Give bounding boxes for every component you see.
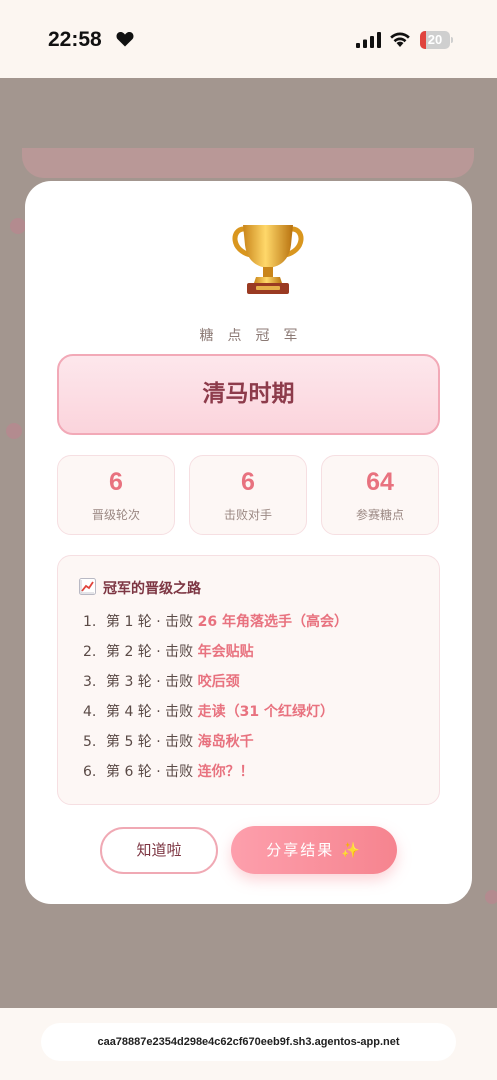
background-banner	[22, 148, 474, 178]
stat-value: 6	[241, 468, 255, 496]
round-number: 2.	[83, 644, 97, 660]
round-number: 1.	[83, 614, 97, 630]
path-title: 冠军的晋级之路	[103, 581, 201, 597]
round-number: 3.	[83, 674, 97, 690]
champion-modal: 糖点冠军 清马时期 6 晋级轮次 6 击败对手 64 参赛糖点 冠军的晋级之路 …	[25, 181, 472, 904]
stat-label: 参赛糖点	[355, 508, 404, 522]
promotion-path: 冠军的晋级之路 1. 第 1 轮 · 击败 26 年角落选手（高会） 2. 第 2 …	[57, 555, 440, 805]
battery-icon: 20	[420, 31, 453, 49]
round-prefix: 第 1 轮 · 击败	[106, 614, 198, 630]
round-opponent: 年会贴贴	[197, 644, 254, 660]
round-item: 5. 第 5 轮 · 击败 海岛秋千	[83, 731, 254, 753]
round-opponent: 连你？！	[197, 764, 254, 780]
round-item: 3. 第 3 轮 · 击败 咬后颈	[83, 671, 240, 693]
status-time: 22:58	[48, 28, 102, 51]
address-bar[interactable]: caa78887e2354d298e4c62cf670eeb9f.sh3.age…	[41, 1023, 456, 1061]
screen: 22:58 20 糖点冠军 清马时期 6 晋级轮次 6 击败对手 64 参赛糖点…	[0, 0, 497, 1080]
signal-icon	[356, 32, 381, 48]
background-decoration	[10, 218, 26, 234]
browser-bar: caa78887e2354d298e4c62cf670eeb9f.sh3.age…	[0, 1008, 497, 1080]
stat-value: 6	[109, 468, 123, 496]
trophy-icon	[232, 225, 304, 294]
round-prefix: 第 3 轮 · 击败	[106, 674, 198, 690]
round-number: 5.	[83, 734, 97, 750]
stat-label: 击败对手	[223, 508, 272, 522]
round-prefix: 第 2 轮 · 击败	[106, 644, 198, 660]
status-bar: 22:58 20	[0, 0, 497, 78]
champion-name: 清马时期	[202, 381, 295, 407]
round-prefix: 第 4 轮 · 击败	[106, 704, 198, 720]
round-number: 4.	[83, 704, 97, 720]
round-opponent: 海岛秋千	[197, 734, 254, 750]
round-number: 6.	[83, 764, 97, 780]
round-opponent: 咬后颈	[197, 674, 240, 690]
stat-value: 64	[366, 468, 394, 496]
battery-level: 20	[427, 32, 443, 47]
stat-card-participants: 64 参赛糖点	[321, 455, 439, 535]
round-opponent: 走读（31 个红绿灯）	[197, 704, 334, 720]
champion-box: 清马时期	[57, 354, 440, 435]
heart-icon	[116, 31, 134, 47]
background-decoration	[6, 423, 22, 439]
round-item: 6. 第 6 轮 · 击败 连你？！	[83, 761, 254, 783]
round-prefix: 第 5 轮 · 击败	[106, 734, 198, 750]
stat-card-rounds: 6 晋级轮次	[57, 455, 175, 535]
background-decoration	[485, 890, 497, 904]
stat-label: 晋级轮次	[91, 508, 140, 522]
modal-subtitle: 糖点冠军	[199, 328, 312, 344]
round-item: 1. 第 1 轮 · 击败 26 年角落选手（高会）	[83, 611, 348, 633]
wifi-icon	[390, 32, 410, 47]
share-result-button[interactable]: 分享结果 ✨	[231, 826, 397, 874]
stat-card-defeated: 6 击败对手	[189, 455, 307, 535]
round-item: 4. 第 4 轮 · 击败 走读（31 个红绿灯）	[83, 701, 334, 723]
round-item: 2. 第 2 轮 · 击败 年会贴贴	[83, 641, 254, 663]
round-opponent: 26 年角落选手（高会）	[197, 614, 348, 630]
chart-increasing-icon	[79, 578, 96, 595]
got-it-button[interactable]: 知道啦	[100, 827, 218, 874]
round-prefix: 第 6 轮 · 击败	[106, 764, 198, 780]
